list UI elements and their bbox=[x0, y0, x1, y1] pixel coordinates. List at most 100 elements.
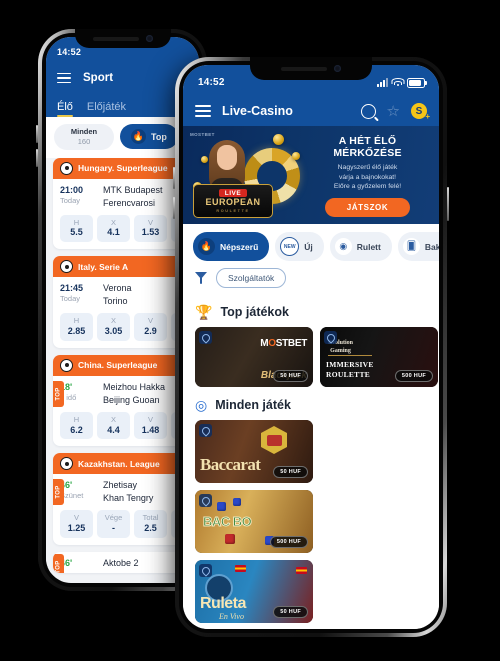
match-card[interactable]: Kazakhstan. League TOP 46' Szünet Zhetis… bbox=[53, 453, 192, 545]
match-time: 18' bbox=[60, 381, 73, 392]
game-card[interactable]: Ruleta En Vivo 50 HUF bbox=[195, 560, 313, 623]
football-icon bbox=[60, 260, 73, 274]
filter-chip-all[interactable]: Minden 160 bbox=[54, 124, 114, 150]
top-badge-label: TOP bbox=[55, 560, 62, 573]
match-time-block: 18' 1 idő bbox=[60, 381, 94, 407]
phone-casino-mockup: 14:52 Live-Casino ☆ S + MOSTBET LIVE EUR… bbox=[173, 57, 449, 637]
game-card[interactable]: Evolution Gaming IMMERSIVE ROULETTE 500 HU… bbox=[320, 327, 438, 387]
coin-graphic bbox=[273, 134, 284, 145]
match-row: 46' Aktobe 2 bbox=[53, 552, 192, 573]
league-header: Hungary. Superleague bbox=[53, 157, 192, 179]
favorite-pin-icon[interactable] bbox=[199, 564, 212, 577]
filter-funnel-icon[interactable] bbox=[195, 272, 208, 284]
all-games-grid[interactable]: Baccarat 50 HUF BAC BO 500 HUF Ruleta En… bbox=[183, 420, 439, 629]
roulette-wheel-icon: ◉ bbox=[334, 238, 352, 255]
filter-all-count: 160 bbox=[77, 136, 91, 146]
front-camera bbox=[334, 65, 341, 72]
odd-button[interactable]: H 2.85 bbox=[60, 313, 93, 341]
game-price-badge: 500 HUF bbox=[394, 370, 433, 382]
odd-button[interactable]: V 1.25 bbox=[60, 510, 93, 538]
odd-value: 6.2 bbox=[70, 424, 83, 435]
match-card[interactable]: TOP 46' Aktobe 2 bbox=[53, 551, 192, 573]
match-time-block: 21:45 Today bbox=[60, 282, 94, 308]
team-home: Zhetisay bbox=[103, 480, 138, 491]
odd-key: X bbox=[110, 316, 116, 326]
favorite-pin-icon[interactable] bbox=[199, 331, 212, 344]
coin-plus-icon[interactable]: S bbox=[411, 103, 430, 121]
tab-prematch[interactable]: Előjáték bbox=[87, 101, 126, 117]
volume-up-button[interactable] bbox=[173, 167, 175, 189]
favorite-pin-icon[interactable] bbox=[324, 331, 337, 344]
odd-key: V bbox=[147, 316, 153, 326]
league-header: Italy. Serie A bbox=[53, 256, 192, 278]
hamburger-icon[interactable] bbox=[57, 72, 71, 84]
odd-button[interactable]: X 3.05 bbox=[97, 313, 130, 341]
odd-value: 1.53 bbox=[141, 227, 160, 238]
volume-down-button[interactable] bbox=[173, 197, 175, 219]
match-card[interactable]: Hungary. Superleague 21:00 Today MTK Bud… bbox=[53, 157, 192, 250]
football-icon bbox=[60, 161, 73, 175]
odd-button[interactable]: Vége - bbox=[97, 510, 130, 538]
top-games-carousel[interactable]: MOSTBET Blackjack 50 HUF EvolutionGaming… bbox=[183, 327, 439, 387]
search-icon[interactable] bbox=[360, 103, 376, 119]
match-time: 46' bbox=[60, 480, 73, 491]
odd-value: 4.1 bbox=[107, 227, 120, 238]
odd-key: X bbox=[110, 217, 116, 227]
favorite-pin-icon[interactable] bbox=[199, 424, 212, 437]
league-name: Italy. Serie A bbox=[78, 261, 129, 272]
match-card[interactable]: Italy. Serie A 21:45 Today Verona Torino bbox=[53, 256, 192, 348]
odd-key: H bbox=[73, 414, 80, 424]
banner-title-line2: MÉRKŐZÉSE bbox=[333, 147, 402, 160]
team-home: Meizhou Hakka bbox=[103, 381, 166, 392]
team-away: Beijing Guoan bbox=[103, 394, 160, 405]
favorite-pin-icon[interactable] bbox=[199, 494, 212, 507]
top-badge: TOP bbox=[53, 553, 64, 573]
promo-banner[interactable]: MOSTBET LIVE EUROPEAN ROULETTE A HÉT ÉLŐ… bbox=[183, 126, 439, 224]
match-card[interactable]: China. Superleague TOP 18' 1 idő Meizhou… bbox=[53, 354, 192, 447]
odd-button[interactable]: Total 2.5 bbox=[134, 510, 167, 538]
game-title: Ruleta bbox=[200, 595, 246, 612]
speaker-grille bbox=[281, 66, 327, 71]
volume-down-button[interactable] bbox=[36, 149, 38, 167]
top-badge-label: TOP bbox=[55, 485, 62, 499]
banner-logo-live: LIVE bbox=[218, 189, 248, 198]
game-card[interactable]: MOSTBET Blackjack 50 HUF bbox=[195, 327, 313, 387]
odd-value: - bbox=[112, 523, 115, 534]
odd-value: 5.5 bbox=[70, 227, 83, 238]
sport-status-time: 14:52 bbox=[57, 47, 82, 57]
match-teams: MTK Budapest Ferencvarosi bbox=[103, 184, 163, 210]
match-row: 21:45 Today Verona Torino bbox=[53, 277, 192, 311]
front-camera bbox=[145, 35, 153, 42]
match-teams: Zhetisay Khan Tengry bbox=[103, 479, 153, 505]
odd-button[interactable]: X 4.1 bbox=[97, 214, 130, 243]
category-chip-popular[interactable]: 🔥 Népszerű bbox=[193, 232, 270, 261]
odd-button[interactable]: V 1.53 bbox=[134, 214, 167, 243]
category-chip-new[interactable]: NEW Új bbox=[275, 232, 324, 261]
category-filter-row[interactable]: 🔥 Népszerű NEW Új ◉ Rulett 🂠 Bakkara bbox=[183, 224, 439, 268]
coin-graphic bbox=[292, 152, 300, 160]
odd-button[interactable]: V 1.48 bbox=[134, 411, 167, 440]
providers-chip[interactable]: Szolgáltatók bbox=[216, 268, 287, 288]
filter-chip-top[interactable]: 🔥 Top bbox=[120, 124, 178, 150]
odd-button[interactable]: H 5.5 bbox=[60, 214, 93, 243]
power-button[interactable] bbox=[447, 187, 449, 221]
top-games-section: 🏆 Top játékok MOSTBET Blackjack 50 HUF bbox=[183, 297, 439, 387]
tab-live[interactable]: Élő bbox=[57, 101, 73, 117]
coin-graphic bbox=[201, 156, 208, 163]
hamburger-icon[interactable] bbox=[195, 105, 211, 117]
volume-up-button[interactable] bbox=[36, 125, 38, 143]
match-time-block: 46' Szünet bbox=[60, 479, 94, 505]
game-card[interactable]: BAC BO 500 HUF bbox=[195, 490, 313, 553]
category-chip-baccarat[interactable]: 🂠 Bakkara bbox=[397, 232, 439, 261]
odd-value: 2.9 bbox=[144, 326, 157, 336]
league-header: China. Superleague bbox=[53, 354, 192, 376]
odd-button[interactable]: V 2.9 bbox=[134, 313, 167, 341]
game-card[interactable]: Baccarat 50 HUF bbox=[195, 420, 313, 483]
star-icon[interactable]: ☆ bbox=[387, 104, 400, 119]
category-chip-roulette[interactable]: ◉ Rulett bbox=[329, 232, 392, 261]
odd-key: H bbox=[73, 316, 80, 326]
play-button[interactable]: JÁTSZOK bbox=[324, 198, 411, 218]
odd-button[interactable]: X 4.4 bbox=[97, 411, 130, 440]
odd-button[interactable]: H 6.2 bbox=[60, 411, 93, 440]
banner-subtitle-line3: Előre a győzelem felé! bbox=[333, 183, 402, 191]
